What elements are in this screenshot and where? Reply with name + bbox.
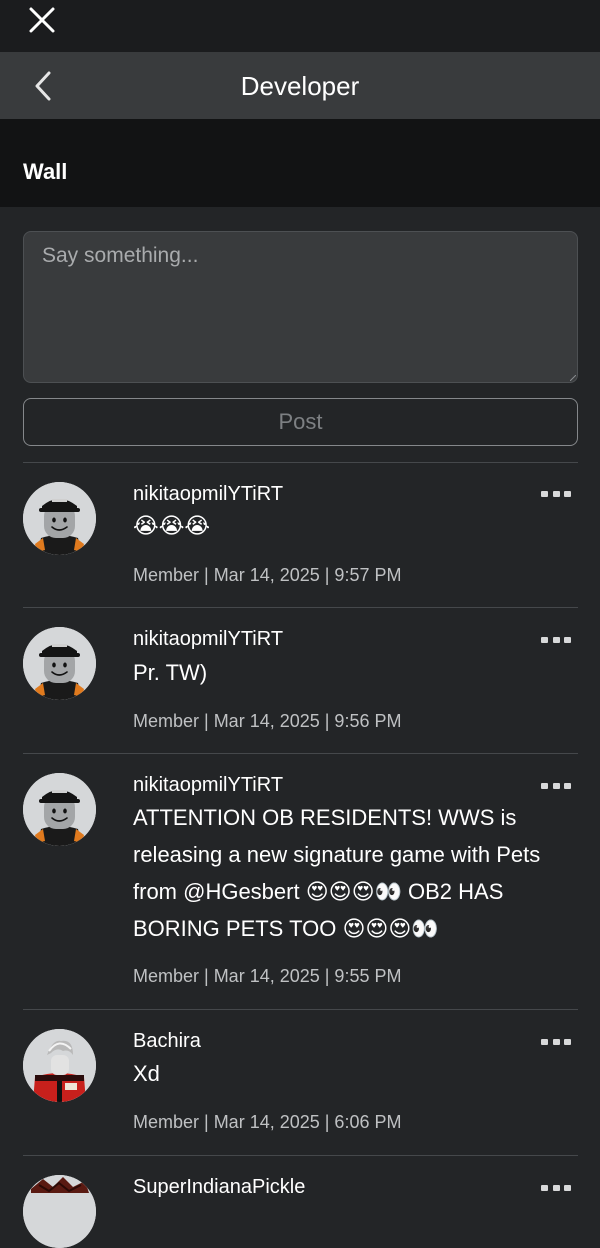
wall-title: Wall (23, 159, 68, 184)
dot-icon (564, 783, 571, 789)
more-options-button[interactable] (541, 487, 571, 501)
avatar-nikitaopmilytirt-image (23, 773, 96, 846)
post-body: ATTENTION OB RESIDENTS! WWS is releasing… (133, 805, 541, 941)
wall-post-input[interactable] (23, 231, 578, 383)
post-button[interactable]: Post (23, 398, 578, 446)
dot-icon (564, 491, 571, 497)
post-body: 😭😭😭 (133, 513, 211, 538)
avatar[interactable] (23, 1175, 96, 1248)
avatar[interactable] (23, 1029, 96, 1102)
navigation-bar: Developer (0, 52, 600, 119)
close-button[interactable] (26, 4, 58, 36)
divider (23, 462, 578, 463)
post-author[interactable]: nikitaopmilYTiRT (133, 628, 283, 651)
avatar[interactable] (23, 482, 96, 555)
avatar-nikitaopmilytirt-image (23, 482, 96, 555)
dot-icon (541, 783, 548, 789)
divider (23, 753, 578, 754)
dot-icon (541, 637, 548, 643)
post-author[interactable]: nikitaopmilYTiRT (133, 774, 283, 797)
dot-icon (541, 1185, 548, 1191)
post-body: Xd (133, 1061, 160, 1086)
dot-icon (552, 491, 560, 497)
post-body: Pr. TW) (133, 660, 208, 685)
close-icon (29, 7, 55, 33)
dot-icon (541, 1039, 548, 1045)
dot-icon (552, 783, 560, 789)
dot-icon (564, 1039, 571, 1045)
post-author[interactable]: Bachira (133, 1030, 201, 1053)
avatar-nikitaopmilytirt-image (23, 627, 96, 700)
post-author[interactable]: nikitaopmilYTiRT (133, 483, 283, 506)
status-top-bar (0, 0, 600, 52)
more-options-button[interactable] (541, 779, 571, 793)
divider (23, 1009, 578, 1010)
post-meta: Member | Mar 14, 2025 | 9:57 PM (133, 565, 402, 585)
divider (23, 1155, 578, 1156)
post-meta: Member | Mar 14, 2025 | 6:06 PM (133, 1112, 402, 1132)
dot-icon (564, 637, 571, 643)
page-title: Developer (240, 71, 360, 101)
wall-section-header: Wall (0, 119, 600, 207)
post-meta: Member | Mar 14, 2025 | 9:55 PM (133, 966, 402, 986)
avatar[interactable] (23, 627, 96, 700)
more-options-button[interactable] (541, 1035, 571, 1049)
dot-icon (564, 1185, 571, 1191)
dot-icon (552, 1185, 560, 1191)
resize-grip-icon[interactable] (570, 375, 576, 381)
dot-icon (552, 637, 560, 643)
dot-icon (541, 491, 548, 497)
avatar[interactable] (23, 773, 96, 846)
more-options-button[interactable] (541, 1181, 571, 1195)
more-options-button[interactable] (541, 633, 571, 647)
dot-icon (552, 1039, 560, 1045)
avatar-superindianapickle-image (23, 1175, 96, 1248)
avatar-bachira-image (23, 1029, 96, 1102)
post-meta: Member | Mar 14, 2025 | 9:56 PM (133, 711, 402, 731)
post-author[interactable]: SuperIndianaPickle (133, 1176, 305, 1199)
divider (23, 607, 578, 608)
